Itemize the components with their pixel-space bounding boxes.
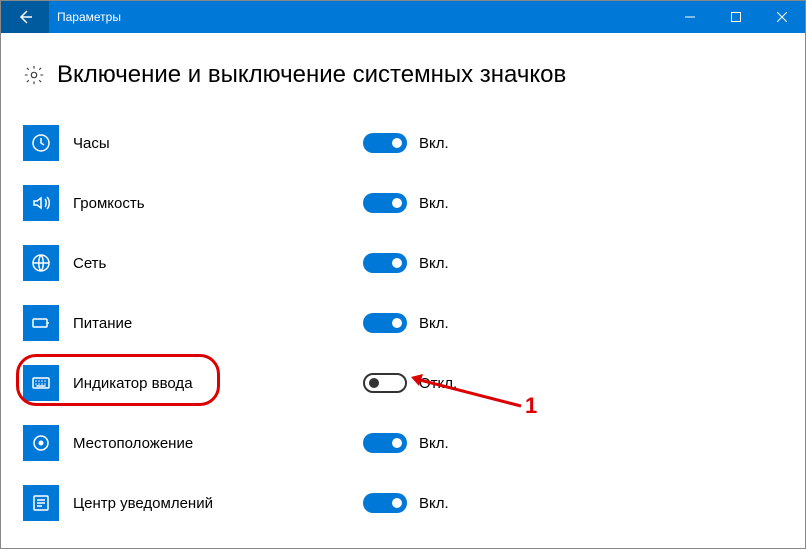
maximize-icon <box>731 12 741 22</box>
notify-icon <box>31 493 51 513</box>
toggle-location[interactable] <box>363 433 407 453</box>
toggle-state-label: Вкл. <box>419 195 449 212</box>
page-title: Включение и выключение системных значков <box>57 61 566 89</box>
volume-icon <box>31 193 51 213</box>
keyboard-icon <box>31 373 51 393</box>
clock-icon <box>31 133 51 153</box>
window-title: Параметры <box>57 10 121 24</box>
window-controls <box>667 1 805 33</box>
setting-label: Местоположение <box>73 435 363 452</box>
toggle-globe[interactable] <box>363 253 407 273</box>
clock-icon-box <box>23 125 59 161</box>
setting-label: Индикатор ввода <box>73 375 363 392</box>
titlebar: Параметры <box>1 1 805 33</box>
toggle-state-label: Вкл. <box>419 495 449 512</box>
toggle-state-label: Вкл. <box>419 315 449 332</box>
toggle-state-label: Вкл. <box>419 135 449 152</box>
setting-row-clock: Часы Вкл. <box>23 113 783 173</box>
toggle-state-label: Вкл. <box>419 255 449 272</box>
battery-icon <box>31 313 51 333</box>
globe-icon-box <box>23 245 59 281</box>
toggle-state-label: Вкл. <box>419 435 449 452</box>
toggle-battery[interactable] <box>363 313 407 333</box>
toggle-volume[interactable] <box>363 193 407 213</box>
settings-window: Параметры Включение и выключение системн… <box>0 0 806 549</box>
settings-list: Часы Вкл. Громкость Вкл. Сеть Вкл. Питание Вкл.… <box>23 113 783 533</box>
annotation-number: 1 <box>525 393 537 419</box>
toggle-notify[interactable] <box>363 493 407 513</box>
setting-row-volume: Громкость Вкл. <box>23 173 783 233</box>
content-area: Включение и выключение системных значков… <box>1 33 805 533</box>
toggle-state-label: Откл. <box>419 375 457 392</box>
setting-label: Часы <box>73 135 363 152</box>
close-button[interactable] <box>759 1 805 33</box>
setting-label: Сеть <box>73 255 363 272</box>
setting-row-globe: Сеть Вкл. <box>23 233 783 293</box>
close-icon <box>777 12 787 22</box>
globe-icon <box>31 253 51 273</box>
gear-icon <box>23 64 45 86</box>
setting-label: Центр уведомлений <box>73 495 363 512</box>
setting-row-keyboard: Индикатор ввода Откл. <box>23 353 783 413</box>
arrow-left-icon <box>17 9 33 25</box>
location-icon-box <box>23 425 59 461</box>
keyboard-icon-box <box>23 365 59 401</box>
setting-label: Громкость <box>73 195 363 212</box>
maximize-button[interactable] <box>713 1 759 33</box>
setting-row-location: Местоположение Вкл. <box>23 413 783 473</box>
notify-icon-box <box>23 485 59 521</box>
location-icon <box>31 433 51 453</box>
minimize-icon <box>685 12 695 22</box>
volume-icon-box <box>23 185 59 221</box>
setting-row-notify: Центр уведомлений Вкл. <box>23 473 783 533</box>
setting-label: Питание <box>73 315 363 332</box>
setting-row-battery: Питание Вкл. <box>23 293 783 353</box>
battery-icon-box <box>23 305 59 341</box>
back-button[interactable] <box>1 1 49 33</box>
titlebar-left: Параметры <box>1 1 121 33</box>
toggle-keyboard[interactable] <box>363 373 407 393</box>
toggle-clock[interactable] <box>363 133 407 153</box>
page-heading: Включение и выключение системных значков <box>23 61 783 89</box>
minimize-button[interactable] <box>667 1 713 33</box>
